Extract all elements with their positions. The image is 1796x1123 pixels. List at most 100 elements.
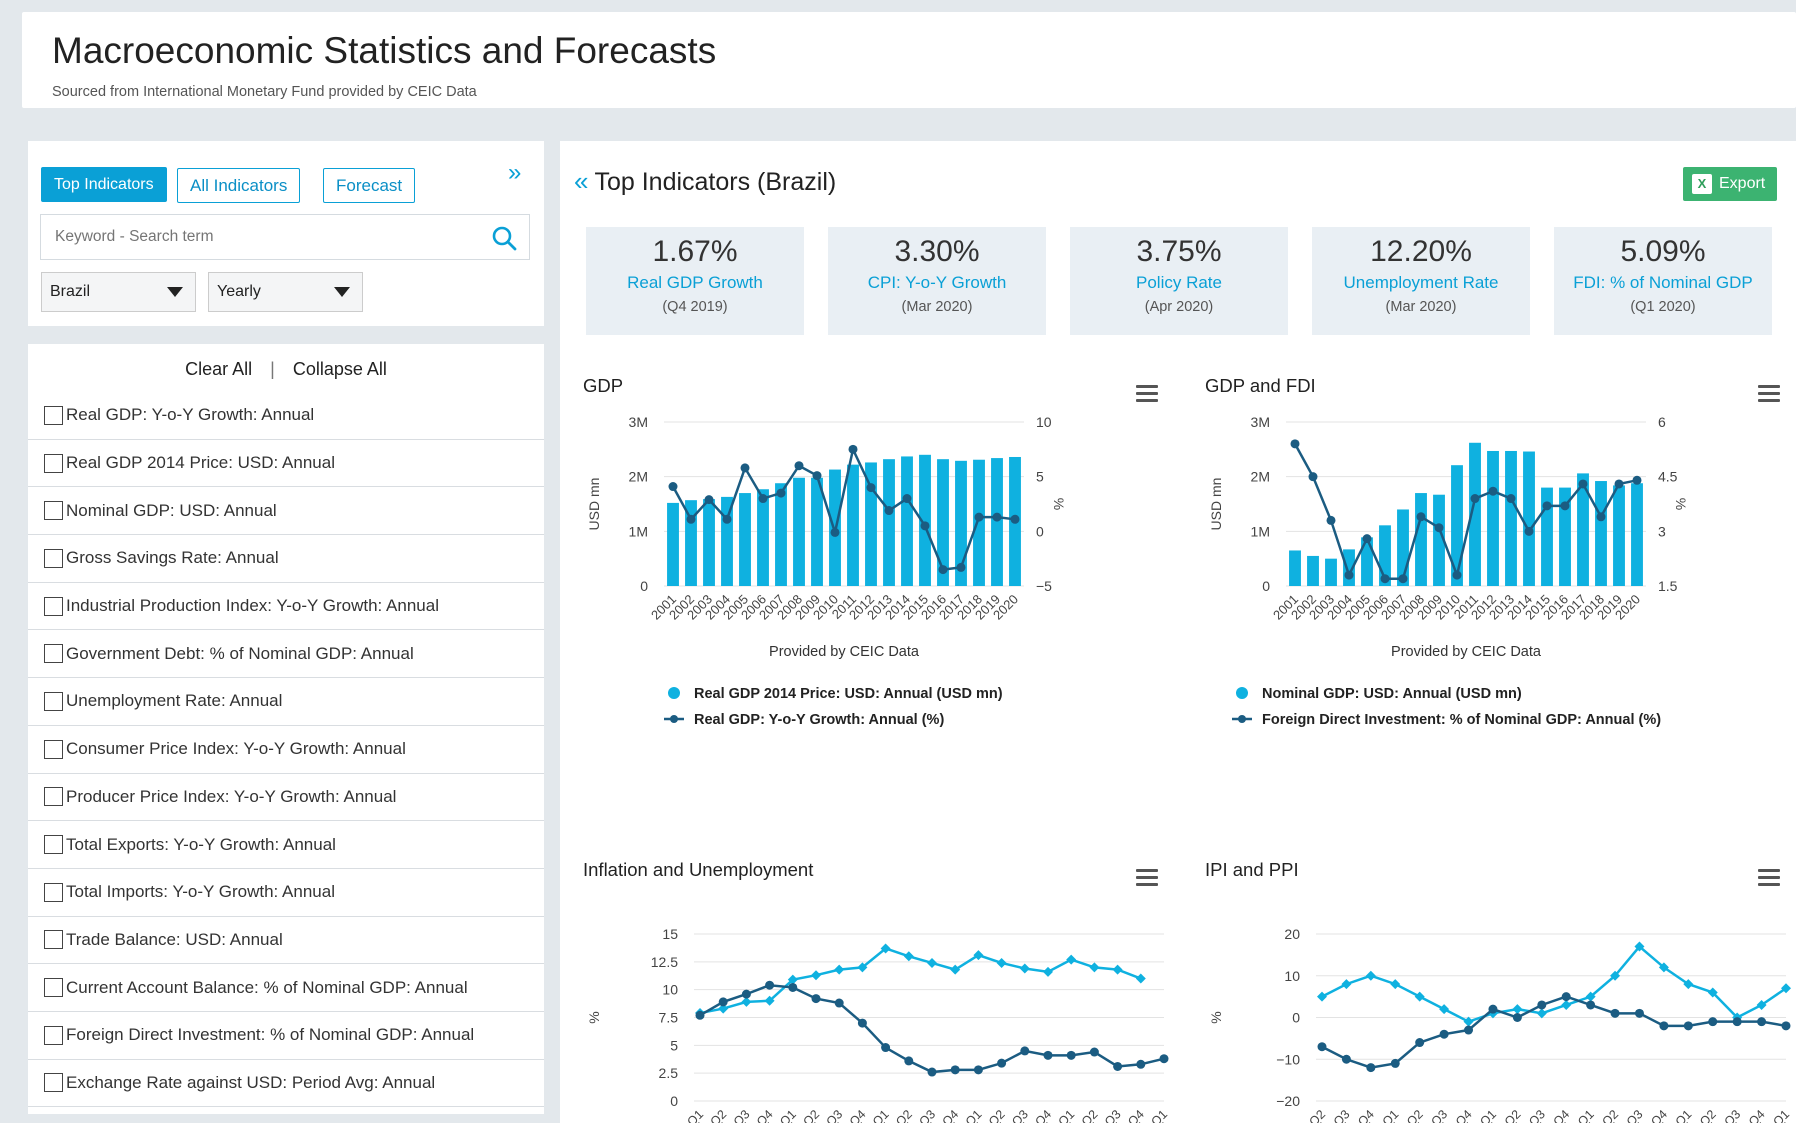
line-point — [812, 471, 822, 481]
tab-forecast[interactable]: Forecast — [323, 168, 416, 203]
indicator-checkbox[interactable] — [44, 548, 63, 568]
line-point — [884, 506, 894, 516]
indicator-list-item[interactable]: Gross Savings Rate: Annual — [28, 535, 544, 583]
indicator-checkbox[interactable] — [44, 1025, 63, 1045]
line-point — [758, 494, 768, 504]
indicator-list-item[interactable]: Real GDP: Y-o-Y Growth: Annual — [28, 392, 544, 440]
line-point — [1542, 501, 1552, 511]
line-point — [1512, 1013, 1522, 1022]
tab-all-indicators[interactable]: All Indicators — [177, 168, 301, 203]
line-point — [903, 951, 914, 962]
indicator-checkbox[interactable] — [44, 835, 63, 855]
kpi-label[interactable]: Policy Rate — [1070, 273, 1288, 293]
indicator-label: Total Exports: Y-o-Y Growth: Annual — [66, 834, 336, 854]
indicator-label: Producer Price Index: Y-o-Y Growth: Annu… — [66, 786, 397, 806]
indicator-list-item[interactable]: Government Debt: % of Nominal GDP: Annua… — [28, 630, 544, 679]
indicator-list-item[interactable]: Total Imports: Y-o-Y Growth: Annual — [28, 869, 544, 917]
line-point — [1290, 439, 1300, 449]
line-point — [794, 461, 804, 471]
y-tick-label: 3M — [629, 414, 648, 430]
kpi-label[interactable]: CPI: Y-o-Y Growth — [828, 273, 1046, 293]
indicator-checkbox[interactable] — [44, 882, 63, 902]
indicator-list-item[interactable]: Trade Balance: USD: Annual — [28, 917, 544, 965]
chart-gdp: GDP 0 1M 2M 3M −5 0 5 10 USD mn% 2001 2002 2003 2004… — [574, 363, 1174, 763]
line-point — [686, 514, 696, 524]
indicator-checkbox[interactable] — [44, 691, 63, 711]
y-tick-label: 15 — [662, 926, 678, 942]
indicator-checkbox[interactable] — [44, 787, 63, 807]
collapse-left-icon[interactable]: « — [574, 166, 588, 196]
indicator-checkbox[interactable] — [44, 739, 63, 759]
indicator-list-item[interactable]: Unemployment Rate: Annual — [28, 678, 544, 726]
indicator-checkbox[interactable] — [44, 501, 63, 521]
kpi-value: 3.75% — [1136, 235, 1222, 268]
line-point — [1113, 1061, 1123, 1071]
indicator-checkbox[interactable] — [44, 405, 63, 425]
legend-marker — [670, 715, 678, 723]
indicator-list-item[interactable]: Foreign Direct Investment: % of Nominal … — [28, 1012, 544, 1060]
legend-marker — [1238, 715, 1246, 723]
indicator-list-item[interactable]: Total Exports: Y-o-Y Growth: Annual — [28, 821, 544, 869]
indicator-checkbox[interactable] — [44, 596, 63, 616]
indicator-list-item[interactable]: Exchange Rate against USD: Period Avg: A… — [28, 1060, 544, 1108]
line-point — [1561, 992, 1571, 1002]
indicator-checkbox[interactable] — [44, 644, 63, 664]
y-tick-label: 7.5 — [659, 1010, 679, 1026]
indicator-list-item[interactable]: Current Account Balance: % of Nominal GD… — [28, 964, 544, 1012]
page-subtitle: Sourced from International Monetary Fund… — [52, 84, 477, 100]
line-point — [1159, 1054, 1169, 1064]
indicator-checkbox[interactable] — [44, 978, 63, 998]
bar — [1487, 450, 1499, 586]
indicator-list-item[interactable]: Nominal GDP: USD: Annual — [28, 487, 544, 536]
line-point — [1452, 570, 1462, 580]
search-icon[interactable] — [491, 225, 517, 251]
kpi-label[interactable]: FDI: % of Nominal GDP — [1554, 273, 1772, 293]
line-point — [668, 482, 678, 492]
chart-gdp-fdi: GDP and FDI 0 1M 2M 3M 1.5 3 4.5 6 USD mn% 2001 20… — [1196, 363, 1796, 763]
line-point — [1586, 1000, 1596, 1010]
line-point — [1506, 494, 1516, 504]
kpi-label[interactable]: Real GDP Growth — [586, 273, 804, 293]
frequency-select[interactable]: Yearly — [208, 272, 363, 312]
line-point — [974, 512, 984, 522]
kpi-label[interactable]: Unemployment Rate — [1312, 273, 1530, 293]
clear-all-link[interactable]: Clear All — [185, 359, 252, 379]
kpi-value: 5.09% — [1620, 235, 1706, 268]
y-tick-label: 20 — [1284, 926, 1300, 942]
indicator-label: Unemployment Rate: Annual — [66, 691, 283, 711]
y2-tick-label: 0 — [1036, 523, 1044, 539]
y-axis-label: % — [1208, 1011, 1224, 1023]
kpi-date: (Mar 2020) — [901, 299, 973, 315]
indicator-list-item[interactable]: Consumer Price Index: Y-o-Y Growth: Annu… — [28, 726, 544, 774]
y-tick-label: 5 — [670, 1037, 678, 1053]
collapse-all-link[interactable]: Collapse All — [293, 359, 387, 379]
expand-chevron-icon[interactable]: » — [508, 159, 521, 187]
line-point — [1614, 479, 1624, 489]
y2-tick-label: 6 — [1658, 414, 1666, 430]
indicator-list-item[interactable]: Industrial Production Index: Y-o-Y Growt… — [28, 583, 544, 631]
legend-item: Nominal GDP: USD: Annual (USD mn) — [1262, 686, 1522, 702]
legend-marker — [1236, 687, 1248, 699]
bar — [1325, 558, 1337, 586]
line-point — [1464, 1025, 1474, 1035]
excel-icon: X — [1692, 174, 1712, 194]
x-tick-label: 15 Q1 — [672, 1107, 706, 1123]
kpi-tile: 3.75% Policy Rate (Apr 2020) — [1070, 227, 1288, 335]
indicator-list-item[interactable]: Producer Price Index: Y-o-Y Growth: Annu… — [28, 774, 544, 822]
country-select[interactable]: Brazil — [41, 272, 196, 312]
line-point — [1596, 512, 1606, 522]
line-point — [950, 1065, 960, 1075]
indicator-checkbox[interactable] — [44, 930, 63, 950]
export-button[interactable]: X Export — [1683, 167, 1777, 201]
list-actions-separator: | — [270, 359, 275, 379]
search-input[interactable] — [41, 215, 471, 259]
line-point — [1434, 523, 1444, 533]
indicator-checkbox[interactable] — [44, 453, 63, 473]
y-tick-label: 2M — [629, 469, 648, 485]
tab-top-indicators[interactable]: Top Indicators — [41, 167, 167, 202]
y-tick-label: 12.5 — [651, 954, 678, 970]
indicator-checkbox[interactable] — [44, 1073, 63, 1093]
line-point — [1366, 1063, 1376, 1073]
indicator-label: Real GDP: Y-o-Y Growth: Annual — [66, 405, 315, 425]
indicator-list-item[interactable]: Real GDP 2014 Price: USD: Annual — [28, 440, 544, 488]
